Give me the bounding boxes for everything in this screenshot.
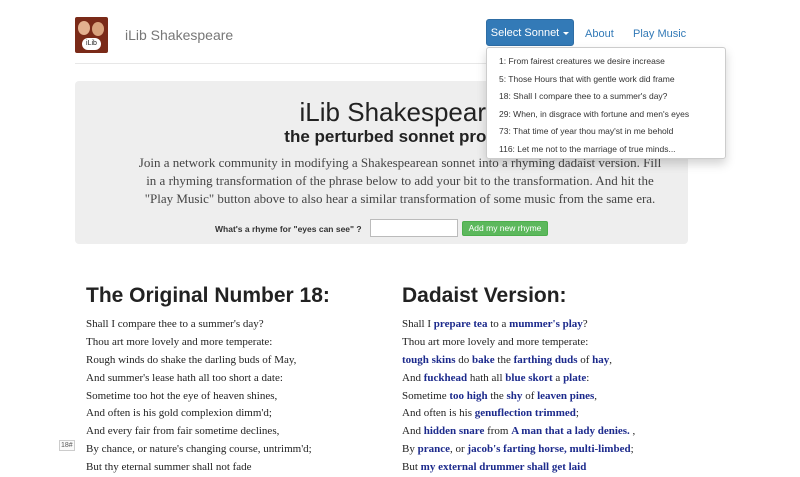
dadaist-heading: Dadaist Version:	[402, 284, 567, 307]
substituted-phrase: plate	[563, 371, 587, 384]
poem-line: By prance, or jacob's farting horse, mul…	[402, 441, 635, 459]
poem-line: But thy eternal summer shall not fade	[86, 461, 252, 474]
intro-paragraph: Join a network community in modifying a …	[138, 155, 662, 206]
poem-line: tough skins do bake the farthing duds of…	[402, 352, 635, 370]
substituted-phrase: prepare tea	[433, 318, 488, 330]
original-heading: The Original Number 18:	[86, 284, 330, 307]
original-phrase: of	[522, 389, 538, 402]
rhyme-input[interactable]	[370, 219, 458, 237]
poem-line: And hidden snare from A man that a lady …	[402, 423, 635, 441]
poem-line: But my external drummer shall get laid	[402, 459, 635, 477]
substituted-phrase: hidden snare	[423, 425, 485, 438]
original-phrase: And	[402, 425, 424, 438]
logo-face-left	[78, 21, 90, 35]
poem-line: Shall I compare thee to a summer's day?	[86, 318, 264, 330]
poem-line: Sometime too high the shy of leaven pine…	[402, 388, 635, 406]
poem-line: Shall I prepare tea to a mummer's play?	[402, 316, 635, 334]
nav-link-play-music[interactable]: Play Music	[633, 28, 686, 40]
poem-line: Thou art more lovely and more temperate:	[86, 335, 273, 348]
dadaist-poem: Shall I prepare tea to a mummer's play? T…	[402, 316, 635, 477]
poem-line: Rough winds do shake the darling buds of…	[86, 353, 297, 366]
original-phrase: the	[487, 389, 507, 402]
original-phrase: But	[402, 461, 421, 474]
dropdown-item-sonnet-73[interactable]: 73: That time of year thou may'st in me …	[487, 123, 725, 141]
substituted-phrase: my external drummer shall get laid	[420, 461, 587, 474]
dropdown-item-sonnet-1[interactable]: 1: From fairest creatures we desire incr…	[487, 53, 725, 71]
substituted-phrase: hay	[592, 353, 610, 366]
poem-line: And often is his genuflection trimmed;	[402, 405, 635, 423]
brand-title[interactable]: iLib Shakespeare	[125, 27, 233, 43]
original-phrase: from	[484, 425, 512, 438]
substituted-phrase: leaven pines	[537, 389, 595, 402]
select-sonnet-button[interactable]: Select Sonnet	[486, 19, 574, 46]
original-phrase: ,	[609, 353, 613, 366]
substituted-phrase: farthing duds	[513, 353, 578, 366]
original-phrase: ;	[575, 407, 579, 420]
poem-line: By chance, or nature's changing course, …	[86, 443, 312, 456]
substituted-phrase: too high	[449, 389, 488, 402]
substituted-phrase: genuflection trimmed	[474, 407, 576, 420]
original-phrase: ,	[594, 389, 598, 402]
logo-face-right	[92, 22, 104, 36]
dropdown-item-sonnet-18[interactable]: 18: Shall I compare thee to a summer's d…	[487, 88, 725, 106]
original-phrase: Thou art more lovely and more temperate:	[402, 335, 589, 348]
caret-down-icon	[563, 31, 570, 35]
original-phrase: hath all	[467, 371, 506, 384]
logo-badge: iLib	[82, 38, 101, 50]
nav-link-about[interactable]: About	[585, 28, 614, 40]
rhyme-label: What's a rhyme for "eyes can see" ?	[215, 224, 362, 234]
substituted-phrase: fuckhead	[423, 371, 468, 384]
poem-line: And fuckhead hath all blue skort a plate…	[402, 370, 635, 388]
original-phrase: to a	[487, 318, 510, 330]
original-phrase: And often is his	[402, 407, 475, 420]
original-phrase: :	[586, 371, 590, 384]
substituted-phrase: A man that a lady denies.	[511, 425, 630, 438]
original-phrase: Shall I	[402, 318, 434, 330]
select-sonnet-label: Select Sonnet	[490, 26, 560, 39]
substituted-phrase: blue skort	[505, 371, 553, 384]
poem-line: Thou art more lovely and more temperate:	[402, 334, 635, 352]
original-phrase: Sometime	[402, 389, 450, 402]
poem-line: And every fair from fair sometime declin…	[86, 425, 280, 438]
substituted-phrase: mummer's play	[509, 318, 583, 330]
poem-line: Sometime too hot the eye of heaven shine…	[86, 389, 278, 402]
original-phrase: ?	[582, 318, 588, 330]
poem-line: And summer's lease hath all too short a …	[86, 371, 283, 384]
dropdown-item-sonnet-29[interactable]: 29: When, in disgrace with fortune and m…	[487, 106, 725, 124]
logo-image[interactable]: iLib	[75, 17, 108, 53]
substituted-phrase: prance	[417, 443, 450, 456]
substituted-phrase: tough skins	[402, 353, 456, 366]
original-phrase: By	[402, 443, 418, 456]
substituted-phrase: shy	[506, 389, 523, 402]
original-phrase: And	[402, 371, 424, 384]
original-phrase: of	[577, 353, 593, 366]
original-poem: Shall I compare thee to a summer's day? …	[86, 316, 312, 477]
substituted-phrase: bake	[472, 353, 495, 366]
original-phrase: ,	[629, 425, 636, 438]
original-phrase: a	[552, 371, 564, 384]
dropdown-item-sonnet-116[interactable]: 116: Let me not to the marriage of true …	[487, 141, 725, 159]
dropdown-item-sonnet-5[interactable]: 5: Those Hours that with gentle work did…	[487, 71, 725, 89]
intro-text: Join a network community in modifying a …	[135, 154, 665, 208]
original-phrase: the	[494, 353, 514, 366]
original-phrase: ;	[630, 443, 634, 456]
substituted-phrase: jacob's farting horse, multi-limbed	[467, 443, 631, 456]
add-rhyme-button[interactable]: Add my new rhyme	[462, 221, 548, 236]
original-phrase: , or	[449, 443, 468, 456]
sonnet-dropdown-menu: 1: From fairest creatures we desire incr…	[486, 47, 726, 159]
stray-fragment: 18#	[59, 440, 75, 451]
poem-line: And often is his gold complexion dimm'd;	[86, 407, 272, 420]
original-phrase: do	[455, 353, 473, 366]
